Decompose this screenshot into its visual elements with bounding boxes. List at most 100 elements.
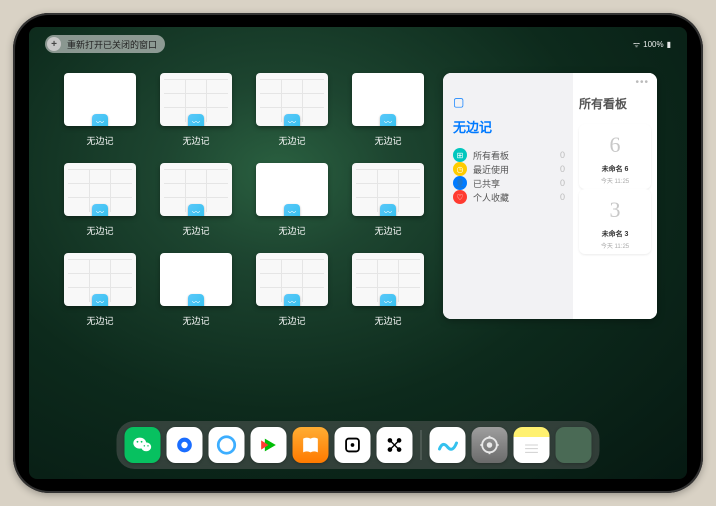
window-thumbnail[interactable] [160,163,232,216]
window-thumbnail[interactable] [160,73,232,126]
dock-freeform-icon[interactable] [430,427,466,463]
dock [117,421,600,469]
sidebar-item-label: 已共享 [473,177,500,190]
sidebar-item-count: 0 [560,150,565,160]
dock-app-library-icon[interactable] [556,427,592,463]
window-label: 无边记 [86,314,113,327]
dock-qq-hd-icon[interactable] [167,427,203,463]
window-thumbnail[interactable] [256,163,328,216]
dock-settings-icon[interactable] [472,427,508,463]
plus-icon[interactable]: + [47,37,61,51]
freeform-app-icon [188,204,204,216]
dock-iqiyi-icon[interactable] [251,427,287,463]
window-thumbnail[interactable] [352,73,424,126]
panel-right-title: 所有看板 [579,95,651,112]
sidebar-item[interactable]: ♡ 个人收藏 0 [453,190,565,204]
freeform-app-icon [284,204,300,216]
sidebar-toggle-icon[interactable]: ▢ [453,95,565,109]
sidebar-item[interactable]: ◷ 最近使用 0 [453,162,565,176]
board-label: 未命名 6 [602,164,629,174]
freeform-app-icon [92,294,108,306]
freeform-app-icon [380,114,396,126]
status-bar: + 重新打开已关闭的窗口 ᯤ 100% ▮ [45,35,671,53]
sidebar-item[interactable]: 👤 已共享 0 [453,176,565,190]
board-thumbnail: 3 [595,193,635,227]
freeform-app-icon [92,114,108,126]
window-item[interactable]: 无边记 [155,73,237,147]
wifi-icon: ᯤ [633,39,640,50]
panel-left-title: 无边记 [453,117,565,136]
window-label: 无边记 [86,134,113,147]
dock-qq-browser-icon[interactable] [209,427,245,463]
sidebar-item-label: 个人收藏 [473,191,509,204]
window-thumbnail[interactable] [352,163,424,216]
window-label: 无边记 [86,224,113,237]
window-thumbnail[interactable] [352,253,424,306]
window-item[interactable]: 无边记 [347,163,429,237]
window-item[interactable]: 无边记 [59,163,141,237]
sidebar-item[interactable]: ⊞ 所有看板 0 [453,148,565,162]
panel-more-icon[interactable]: ••• [635,77,649,88]
window-thumbnail[interactable] [160,253,232,306]
board-timestamp: 今天 11:25 [601,176,629,185]
window-item[interactable]: 无边记 [251,163,333,237]
window-item[interactable]: 无边记 [251,253,333,327]
sidebar-item-count: 0 [560,164,565,174]
window-thumbnail[interactable] [64,163,136,216]
window-thumbnail[interactable] [64,73,136,126]
sidebar-item-icon: ⊞ [453,148,467,162]
board-card[interactable]: 6 未命名 6 今天 11:25 [579,124,651,189]
window-item[interactable]: 无边记 [347,253,429,327]
panel-sidebar: ▢ 无边记 ⊞ 所有看板 0 ◷ 最近使用 0 👤 已共享 0 ♡ 个人收藏 0 [443,73,573,319]
window-label: 无边记 [374,224,401,237]
window-thumbnail[interactable] [64,253,136,306]
window-label: 无边记 [182,224,209,237]
freeform-app-icon [284,294,300,306]
sidebar-item-label: 所有看板 [473,149,509,162]
freeform-panel[interactable]: ••• ▢ 无边记 ⊞ 所有看板 0 ◷ 最近使用 0 👤 已共享 0 ♡ 个人收藏 0 所有看板 6… [443,73,657,319]
dock-dice-app-icon[interactable] [335,427,371,463]
window-thumbnail[interactable] [256,73,328,126]
window-label: 无边记 [374,314,401,327]
window-item[interactable]: 无边记 [155,253,237,327]
sidebar-item-icon: 👤 [453,176,467,190]
dock-connect-app-icon[interactable] [377,427,413,463]
freeform-app-icon [188,114,204,126]
freeform-app-icon [380,204,396,216]
dock-wechat-icon[interactable] [125,427,161,463]
window-label: 无边记 [182,134,209,147]
freeform-app-icon [188,294,204,306]
sidebar-item-count: 0 [560,178,565,188]
content: 无边记无边记无边记无边记无边记无边记无边记无边记无边记无边记无边记无边记 •••… [59,67,657,419]
board-timestamp: 今天 11:25 [601,241,629,250]
status-right: ᯤ 100% ▮ [633,39,671,50]
reopen-closed-label: 重新打开已关闭的窗口 [67,38,157,51]
window-label: 无边记 [278,134,305,147]
window-label: 无边记 [278,314,305,327]
ipad-frame: + 重新打开已关闭的窗口 ᯤ 100% ▮ 无边记无边记无边记无边记无边记无边记… [13,13,703,493]
dock-books-icon[interactable] [293,427,329,463]
window-item[interactable]: 无边记 [59,73,141,147]
window-item[interactable]: 无边记 [59,253,141,327]
dock-separator [421,430,422,460]
window-label: 无边记 [374,134,401,147]
window-item[interactable]: 无边记 [155,163,237,237]
dock-notes-icon[interactable] [514,427,550,463]
board-card[interactable]: 3未命名 3今天 11:25 [579,189,651,254]
window-item[interactable]: 无边记 [347,73,429,147]
sidebar-item-count: 0 [560,192,565,202]
window-label: 无边记 [182,314,209,327]
freeform-app-icon [92,204,108,216]
panel-boards: 所有看板 6未命名 6今天 11:253未命名 3今天 11:25 [573,73,657,319]
window-label: 无边记 [278,224,305,237]
window-item[interactable]: 无边记 [251,73,333,147]
battery-text: 100% [643,40,663,49]
reopen-closed-chip[interactable]: + 重新打开已关闭的窗口 [45,35,165,53]
window-grid: 无边记无边记无边记无边记无边记无边记无边记无边记无边记无边记无边记无边记 [59,67,429,419]
freeform-app-icon [284,114,300,126]
board-thumbnail: 6 [595,128,635,162]
window-thumbnail[interactable] [256,253,328,306]
sidebar-item-label: 最近使用 [473,163,509,176]
sidebar-item-icon: ♡ [453,190,467,204]
sidebar-item-icon: ◷ [453,162,467,176]
